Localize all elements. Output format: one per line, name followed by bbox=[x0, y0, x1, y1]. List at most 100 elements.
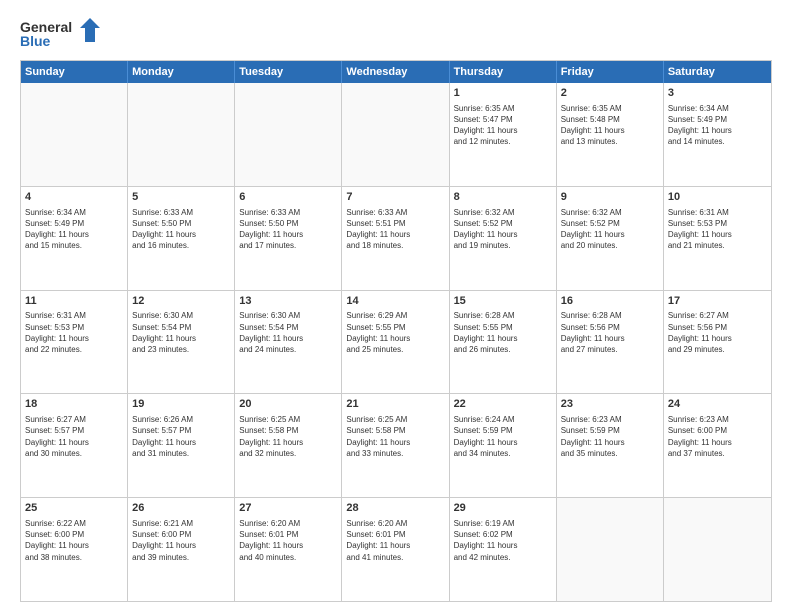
cell-info: Sunrise: 6:32 AM Sunset: 5:52 PM Dayligh… bbox=[454, 207, 552, 252]
calendar-cell-empty-0-2 bbox=[235, 83, 342, 186]
calendar-cell-15: 15Sunrise: 6:28 AM Sunset: 5:55 PM Dayli… bbox=[450, 291, 557, 394]
day-number: 4 bbox=[25, 190, 123, 205]
calendar-cell-3: 3 Sunrise: 6:34 AM Sunset: 5:49 PM Daylig… bbox=[664, 83, 771, 186]
cell-info: Sunrise: 6:33 AM Sunset: 5:51 PM Dayligh… bbox=[346, 207, 444, 252]
calendar-cell-empty-0-0 bbox=[21, 83, 128, 186]
calendar-cell-empty-0-3 bbox=[342, 83, 449, 186]
day-number: 22 bbox=[454, 397, 552, 412]
header-day-thursday: Thursday bbox=[450, 61, 557, 83]
calendar-cell-empty-4-6 bbox=[664, 498, 771, 601]
cell-info: Sunrise: 6:35 AM Sunset: 5:48 PM Dayligh… bbox=[561, 103, 659, 148]
calendar-row-0: 1 Sunrise: 6:35 AM Sunset: 5:47 PM Daylig… bbox=[21, 83, 771, 186]
svg-text:Blue: Blue bbox=[20, 33, 51, 49]
calendar-cell-13: 13Sunrise: 6:30 AM Sunset: 5:54 PM Dayli… bbox=[235, 291, 342, 394]
calendar-cell-24: 24Sunrise: 6:23 AM Sunset: 6:00 PM Dayli… bbox=[664, 394, 771, 497]
cell-info: Sunrise: 6:30 AM Sunset: 5:54 PM Dayligh… bbox=[132, 310, 230, 355]
calendar-cell-20: 20 Sunrise: 6:25 AM Sunset: 5:58 PM Dayli… bbox=[235, 394, 342, 497]
cell-info: Sunrise: 6:24 AM Sunset: 5:59 PM Dayligh… bbox=[454, 414, 552, 459]
header-day-tuesday: Tuesday bbox=[235, 61, 342, 83]
calendar-cell-8: 8Sunrise: 6:32 AM Sunset: 5:52 PM Daylig… bbox=[450, 187, 557, 290]
page: General Blue SundayMondayTuesdayWednesda… bbox=[0, 0, 792, 612]
cell-info: Sunrise: 6:27 AM Sunset: 5:56 PM Dayligh… bbox=[668, 310, 767, 355]
calendar-cell-5: 5Sunrise: 6:33 AM Sunset: 5:50 PM Daylig… bbox=[128, 187, 235, 290]
calendar-row-3: 18Sunrise: 6:27 AM Sunset: 5:57 PM Dayli… bbox=[21, 393, 771, 497]
day-number: 10 bbox=[668, 190, 767, 205]
calendar-cell-29: 29 Sunrise: 6:19 AM Sunset: 6:02 PM Dayli… bbox=[450, 498, 557, 601]
day-number: 16 bbox=[561, 294, 659, 309]
cell-info: Sunrise: 6:21 AM Sunset: 6:00 PM Dayligh… bbox=[132, 518, 230, 563]
day-number: 21 bbox=[346, 397, 444, 412]
cell-info: Sunrise: 6:27 AM Sunset: 5:57 PM Dayligh… bbox=[25, 414, 123, 459]
calendar-cell-26: 26 Sunrise: 6:21 AM Sunset: 6:00 PM Dayli… bbox=[128, 498, 235, 601]
day-number: 20 bbox=[239, 397, 337, 412]
header-day-monday: Monday bbox=[128, 61, 235, 83]
calendar-cell-23: 23 Sunrise: 6:23 AM Sunset: 5:59 PM Dayli… bbox=[557, 394, 664, 497]
day-number: 6 bbox=[239, 190, 337, 205]
header-day-sunday: Sunday bbox=[21, 61, 128, 83]
calendar-row-1: 4 Sunrise: 6:34 AM Sunset: 5:49 PM Daylig… bbox=[21, 186, 771, 290]
day-number: 13 bbox=[239, 294, 337, 309]
cell-info: Sunrise: 6:34 AM Sunset: 5:49 PM Dayligh… bbox=[25, 207, 123, 252]
calendar-cell-27: 27 Sunrise: 6:20 AM Sunset: 6:01 PM Dayli… bbox=[235, 498, 342, 601]
calendar-cell-18: 18Sunrise: 6:27 AM Sunset: 5:57 PM Dayli… bbox=[21, 394, 128, 497]
day-number: 7 bbox=[346, 190, 444, 205]
calendar-cell-empty-4-5 bbox=[557, 498, 664, 601]
header-day-saturday: Saturday bbox=[664, 61, 771, 83]
cell-info: Sunrise: 6:22 AM Sunset: 6:00 PM Dayligh… bbox=[25, 518, 123, 563]
day-number: 26 bbox=[132, 501, 230, 516]
calendar-cell-7: 7 Sunrise: 6:33 AM Sunset: 5:51 PM Daylig… bbox=[342, 187, 449, 290]
logo-svg: General Blue bbox=[20, 16, 100, 52]
calendar-cell-11: 11Sunrise: 6:31 AM Sunset: 5:53 PM Dayli… bbox=[21, 291, 128, 394]
day-number: 24 bbox=[668, 397, 767, 412]
calendar: SundayMondayTuesdayWednesdayThursdayFrid… bbox=[20, 60, 772, 602]
calendar-cell-empty-0-1 bbox=[128, 83, 235, 186]
cell-info: Sunrise: 6:34 AM Sunset: 5:49 PM Dayligh… bbox=[668, 103, 767, 148]
cell-info: Sunrise: 6:20 AM Sunset: 6:01 PM Dayligh… bbox=[239, 518, 337, 563]
cell-info: Sunrise: 6:23 AM Sunset: 5:59 PM Dayligh… bbox=[561, 414, 659, 459]
calendar-cell-10: 10Sunrise: 6:31 AM Sunset: 5:53 PM Dayli… bbox=[664, 187, 771, 290]
calendar-cell-19: 19 Sunrise: 6:26 AM Sunset: 5:57 PM Dayli… bbox=[128, 394, 235, 497]
calendar-cell-2: 2Sunrise: 6:35 AM Sunset: 5:48 PM Daylig… bbox=[557, 83, 664, 186]
day-number: 29 bbox=[454, 501, 552, 516]
logo: General Blue bbox=[20, 16, 100, 52]
calendar-body: 1 Sunrise: 6:35 AM Sunset: 5:47 PM Daylig… bbox=[21, 83, 771, 601]
calendar-cell-16: 16Sunrise: 6:28 AM Sunset: 5:56 PM Dayli… bbox=[557, 291, 664, 394]
day-number: 27 bbox=[239, 501, 337, 516]
calendar-cell-21: 21 Sunrise: 6:25 AM Sunset: 5:58 PM Dayli… bbox=[342, 394, 449, 497]
cell-info: Sunrise: 6:31 AM Sunset: 5:53 PM Dayligh… bbox=[25, 310, 123, 355]
header: General Blue bbox=[20, 16, 772, 52]
day-number: 5 bbox=[132, 190, 230, 205]
calendar-cell-17: 17Sunrise: 6:27 AM Sunset: 5:56 PM Dayli… bbox=[664, 291, 771, 394]
day-number: 12 bbox=[132, 294, 230, 309]
day-number: 23 bbox=[561, 397, 659, 412]
calendar-cell-22: 22 Sunrise: 6:24 AM Sunset: 5:59 PM Dayli… bbox=[450, 394, 557, 497]
calendar-cell-28: 28Sunrise: 6:20 AM Sunset: 6:01 PM Dayli… bbox=[342, 498, 449, 601]
calendar-cell-25: 25 Sunrise: 6:22 AM Sunset: 6:00 PM Dayli… bbox=[21, 498, 128, 601]
calendar-row-4: 25 Sunrise: 6:22 AM Sunset: 6:00 PM Dayli… bbox=[21, 497, 771, 601]
day-number: 9 bbox=[561, 190, 659, 205]
cell-info: Sunrise: 6:25 AM Sunset: 5:58 PM Dayligh… bbox=[346, 414, 444, 459]
calendar-cell-4: 4 Sunrise: 6:34 AM Sunset: 5:49 PM Daylig… bbox=[21, 187, 128, 290]
cell-info: Sunrise: 6:19 AM Sunset: 6:02 PM Dayligh… bbox=[454, 518, 552, 563]
cell-info: Sunrise: 6:25 AM Sunset: 5:58 PM Dayligh… bbox=[239, 414, 337, 459]
header-day-friday: Friday bbox=[557, 61, 664, 83]
cell-info: Sunrise: 6:32 AM Sunset: 5:52 PM Dayligh… bbox=[561, 207, 659, 252]
day-number: 14 bbox=[346, 294, 444, 309]
calendar-row-2: 11Sunrise: 6:31 AM Sunset: 5:53 PM Dayli… bbox=[21, 290, 771, 394]
day-number: 19 bbox=[132, 397, 230, 412]
calendar-cell-1: 1 Sunrise: 6:35 AM Sunset: 5:47 PM Daylig… bbox=[450, 83, 557, 186]
day-number: 25 bbox=[25, 501, 123, 516]
day-number: 3 bbox=[668, 86, 767, 101]
cell-info: Sunrise: 6:35 AM Sunset: 5:47 PM Dayligh… bbox=[454, 103, 552, 148]
calendar-cell-6: 6Sunrise: 6:33 AM Sunset: 5:50 PM Daylig… bbox=[235, 187, 342, 290]
calendar-cell-9: 9 Sunrise: 6:32 AM Sunset: 5:52 PM Daylig… bbox=[557, 187, 664, 290]
cell-info: Sunrise: 6:30 AM Sunset: 5:54 PM Dayligh… bbox=[239, 310, 337, 355]
day-number: 1 bbox=[454, 86, 552, 101]
cell-info: Sunrise: 6:20 AM Sunset: 6:01 PM Dayligh… bbox=[346, 518, 444, 563]
calendar-cell-14: 14Sunrise: 6:29 AM Sunset: 5:55 PM Dayli… bbox=[342, 291, 449, 394]
calendar-header: SundayMondayTuesdayWednesdayThursdayFrid… bbox=[21, 61, 771, 83]
header-day-wednesday: Wednesday bbox=[342, 61, 449, 83]
cell-info: Sunrise: 6:28 AM Sunset: 5:55 PM Dayligh… bbox=[454, 310, 552, 355]
cell-info: Sunrise: 6:26 AM Sunset: 5:57 PM Dayligh… bbox=[132, 414, 230, 459]
cell-info: Sunrise: 6:28 AM Sunset: 5:56 PM Dayligh… bbox=[561, 310, 659, 355]
